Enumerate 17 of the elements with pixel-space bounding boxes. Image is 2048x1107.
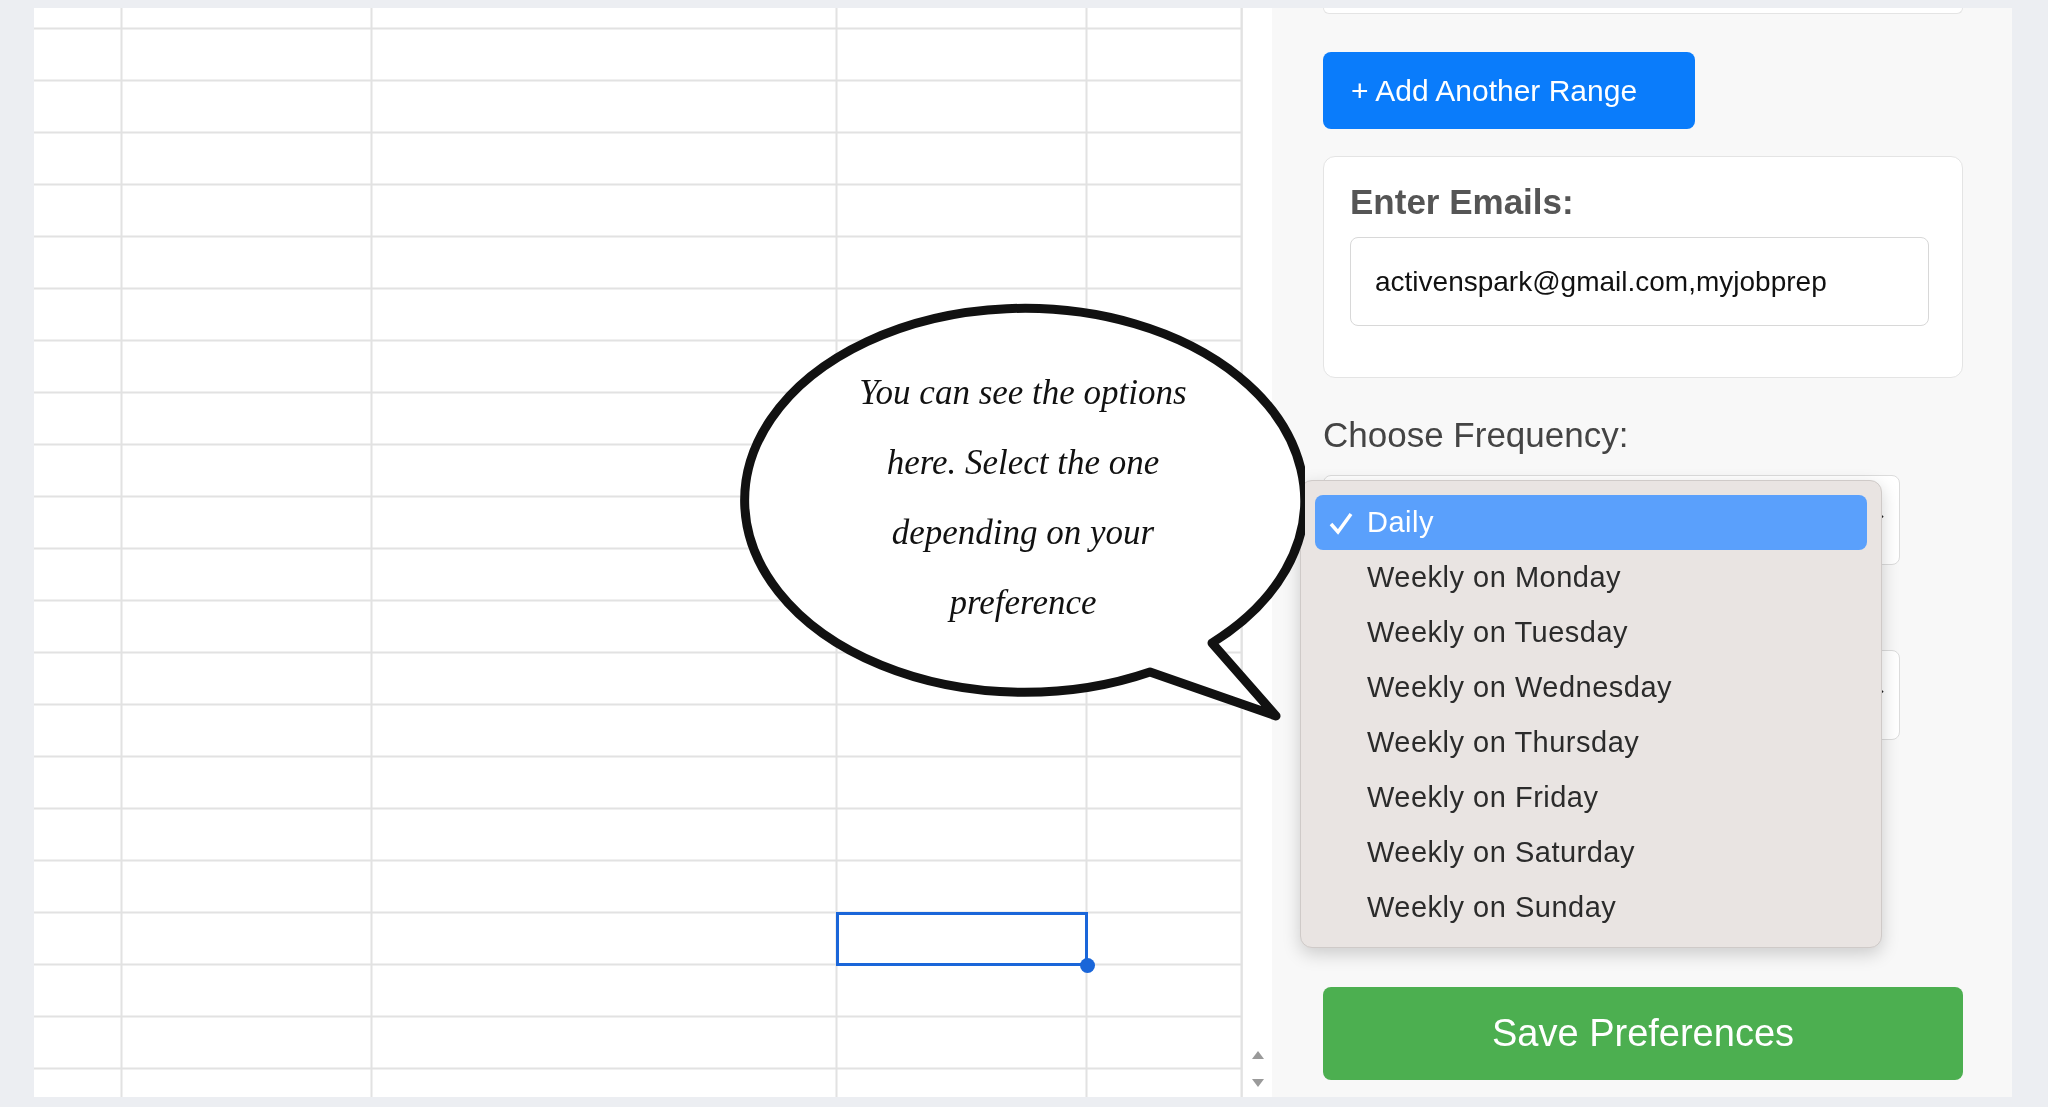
dropdown-option[interactable]: Weekly on Thursday (1315, 715, 1867, 770)
email-input[interactable]: activenspark@gmail.com,myjobprep (1350, 237, 1929, 326)
scroll-up-icon[interactable] (1251, 1051, 1264, 1059)
cell-cursor[interactable] (836, 912, 1088, 966)
callout-text: You can see the options here. Select the one depending on your preference (858, 372, 1188, 624)
dropdown-option[interactable]: Weekly on Wednesday (1315, 660, 1867, 715)
dropdown-option[interactable]: Weekly on Saturday (1315, 825, 1867, 880)
fill-handle[interactable] (1080, 958, 1095, 973)
dropdown-option[interactable]: Weekly on Monday (1315, 550, 1867, 605)
dropdown-option[interactable]: Weekly on Tuesday (1315, 605, 1867, 660)
scroll-down-icon[interactable] (1251, 1079, 1264, 1087)
dropdown-option[interactable]: Weekly on Sunday (1315, 880, 1867, 935)
checkmark-icon (1329, 510, 1353, 535)
dropdown-option[interactable]: Weekly on Friday (1315, 770, 1867, 825)
frequency-label: Choose Frequency: (1323, 414, 1630, 456)
add-range-button[interactable]: + Add Another Range (1323, 52, 1695, 129)
emails-label: Enter Emails: (1350, 181, 1575, 223)
